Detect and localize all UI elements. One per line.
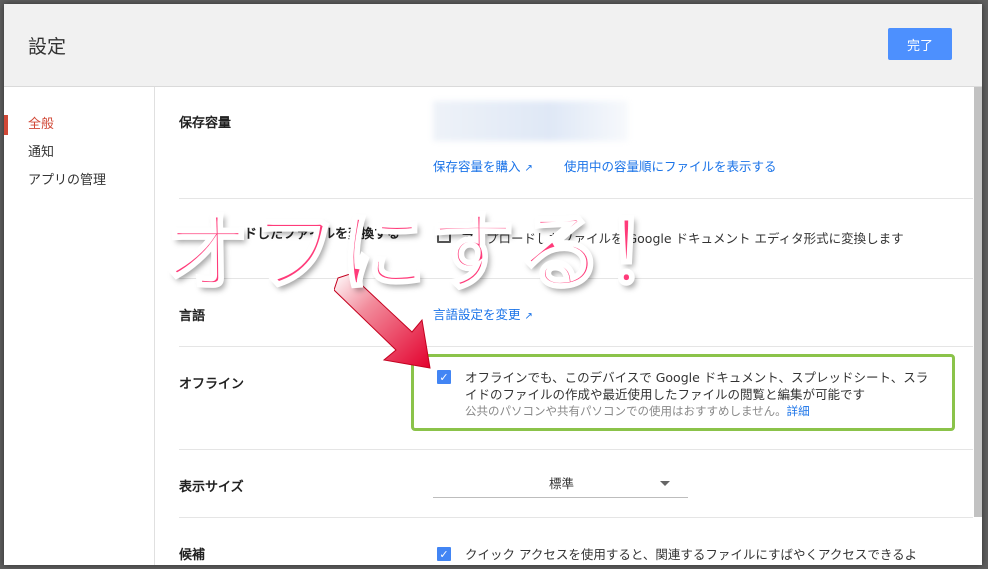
suggestions-label: 候補 [179,548,206,563]
buy-storage-text: 保存容量を購入 [433,159,521,174]
chevron-down-icon [660,481,670,486]
buy-storage-link[interactable]: 保存容量を購入 ↗ [433,156,533,175]
suggestions-checkbox[interactable]: ✓ [437,547,451,561]
settings-dialog: 設定 完了 全般 通知 アプリの管理 保存容量 保存容量を購入 ↗ 使用中の容量順… [4,4,982,565]
page-title: 設定 [28,36,67,58]
language-label: 言語 [179,309,206,324]
done-button[interactable]: 完了 [888,28,952,60]
scrollbar[interactable] [974,87,982,517]
sidebar-item-label: 通知 [28,145,55,160]
display-size-label: 表示サイズ [179,480,244,495]
sidebar-item-notifications[interactable]: 通知 [4,141,154,165]
sidebar-item-general[interactable]: 全般 [4,113,154,137]
divider [179,517,973,518]
storage-label: 保存容量 [179,116,232,131]
settings-content: 保存容量 保存容量を購入 ↗ 使用中の容量順にファイルを表示する アップロードした… [155,87,982,565]
check-icon: ✓ [439,548,449,561]
divider [179,346,973,347]
annotation-text: オフにする！ [163,202,693,305]
sidebar-item-label: 全般 [28,117,55,132]
suggestions-option-text: クイック アクセスを使用すると、関連するファイルにすばやくアクセスできるよ [465,547,918,562]
external-link-icon: ↗ [524,311,533,322]
external-link-icon: ↗ [524,163,533,174]
offline-label: オフライン [179,377,245,392]
storage-usage-bar [433,101,628,141]
change-language-text: 言語設定を変更 [433,307,521,322]
sidebar-item-manage-apps[interactable]: アプリの管理 [4,169,154,193]
highlight-box [411,354,955,431]
view-files-by-size-link[interactable]: 使用中の容量順にファイルを表示する [564,156,777,175]
sidebar-item-label: アプリの管理 [28,173,107,188]
dialog-header: 設定 完了 [4,4,982,87]
display-size-select[interactable]: 標準 [433,469,688,498]
sidebar: 全般 通知 アプリの管理 [4,87,155,565]
active-indicator [4,115,8,135]
divider [179,449,973,450]
display-size-value: 標準 [549,476,575,491]
view-files-text: 使用中の容量順にファイルを表示する [564,159,777,174]
